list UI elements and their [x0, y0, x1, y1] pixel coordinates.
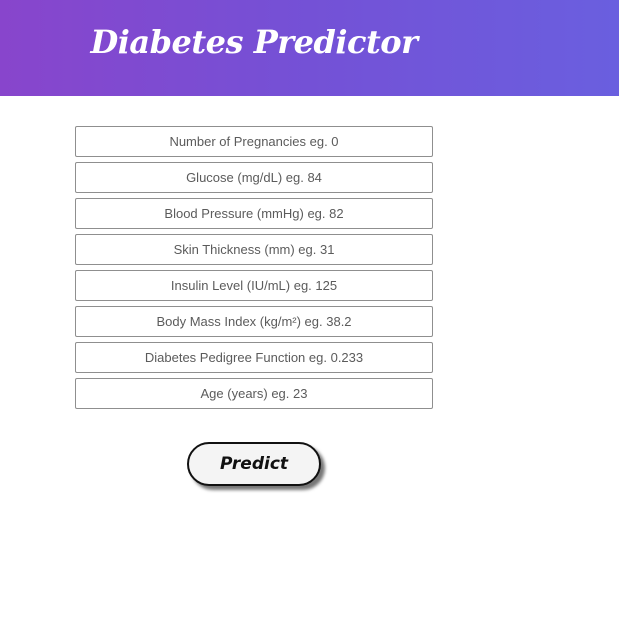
skin-thickness-input[interactable]	[75, 234, 433, 265]
glucose-input[interactable]	[75, 162, 433, 193]
predict-button[interactable]: Predict	[187, 442, 321, 486]
bmi-input[interactable]	[75, 306, 433, 337]
prediction-form	[75, 126, 433, 414]
age-input[interactable]	[75, 378, 433, 409]
insulin-input[interactable]	[75, 270, 433, 301]
pregnancies-input[interactable]	[75, 126, 433, 157]
blood-pressure-input[interactable]	[75, 198, 433, 229]
page-title: Diabetes Predictor	[90, 23, 418, 61]
pedigree-function-input[interactable]	[75, 342, 433, 373]
app-header: Diabetes Predictor	[0, 0, 619, 96]
